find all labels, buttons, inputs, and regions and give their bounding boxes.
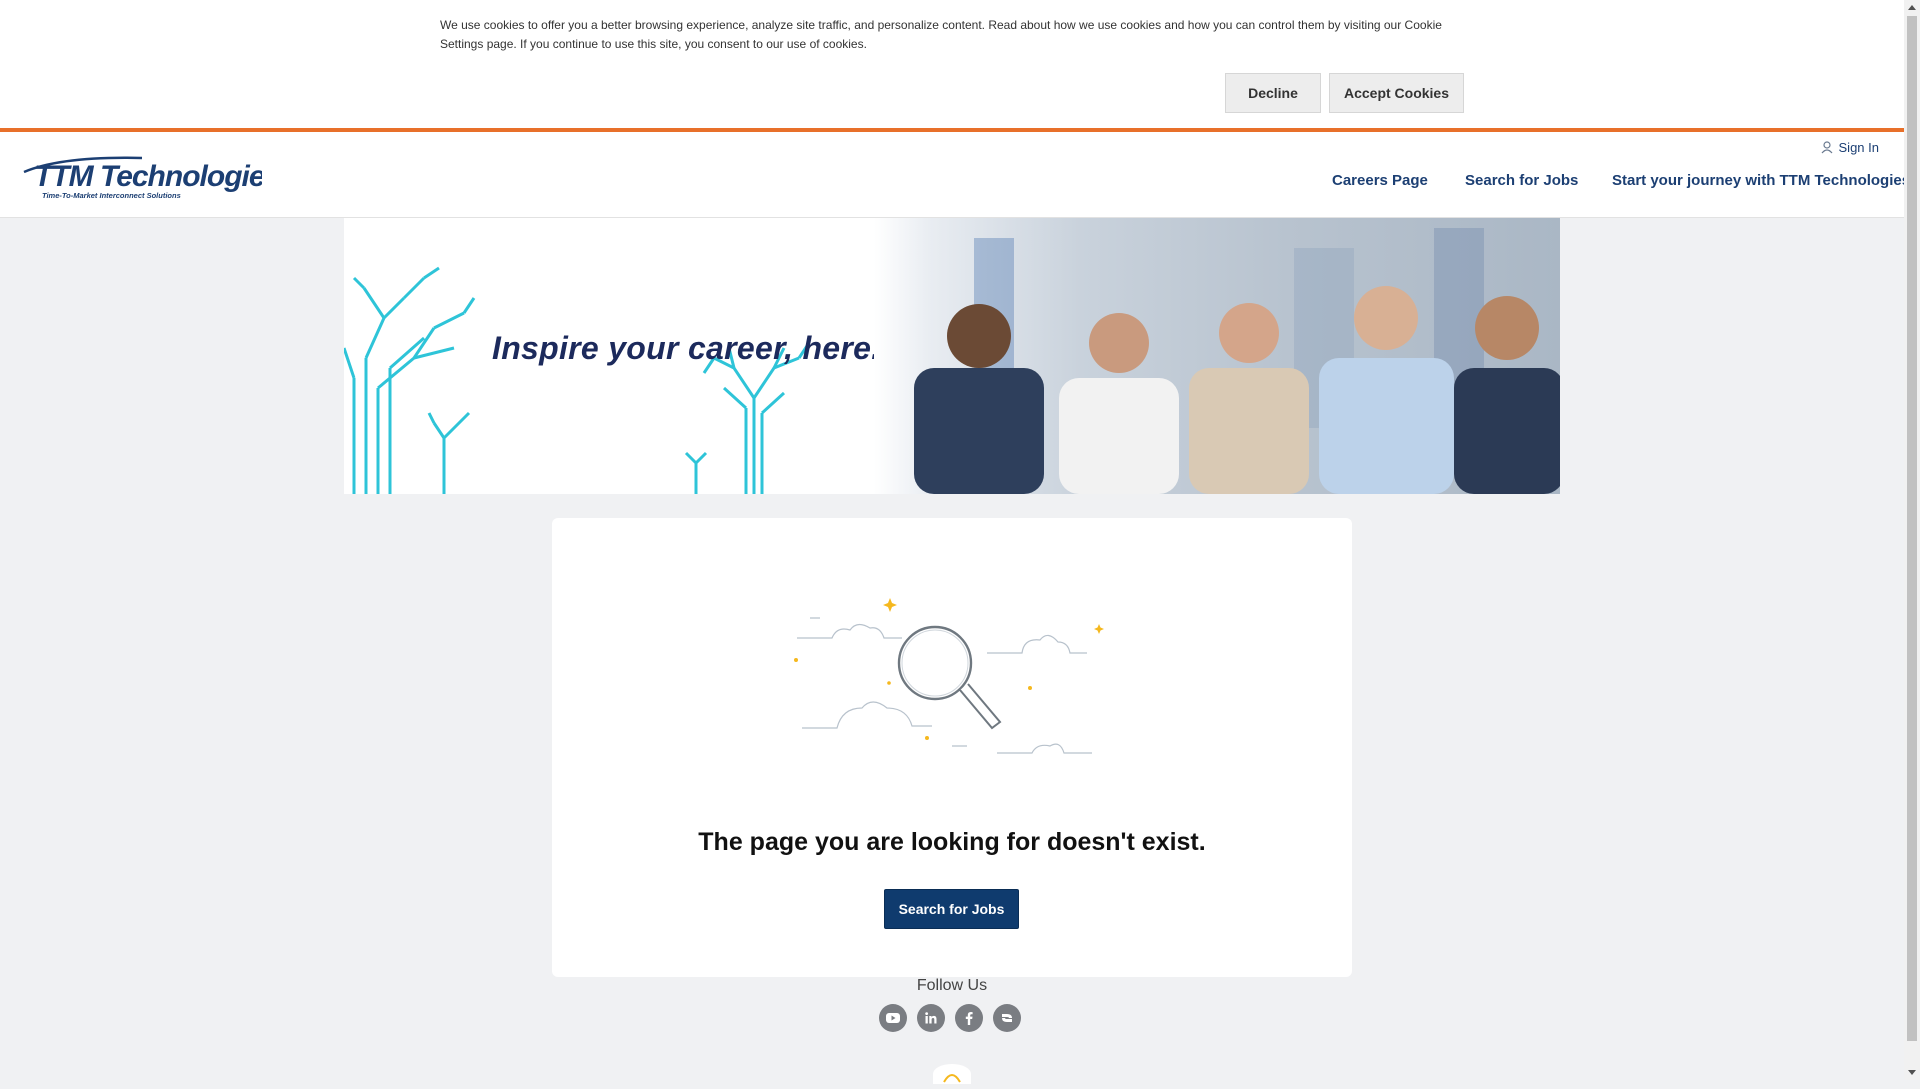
cookie-banner-text: We use cookies to offer you a better bro… (440, 18, 1442, 51)
scroll-thumb[interactable] (1907, 16, 1917, 1041)
hero-banner: Inspire your career, here. (344, 218, 1560, 494)
nav-search-for-jobs[interactable]: Search for Jobs (1465, 172, 1578, 189)
linkedin-icon[interactable] (917, 1004, 945, 1032)
svg-text:TTM Technologies: TTM Technologies (34, 160, 262, 193)
search-for-jobs-button[interactable]: Search for Jobs (884, 889, 1019, 929)
cookie-banner: We use cookies to offer you a better bro… (0, 0, 1904, 132)
sign-in-link[interactable]: Sign In (1821, 140, 1879, 155)
user-icon (1821, 141, 1832, 154)
facebook-icon[interactable] (955, 1004, 983, 1032)
magnifier-search-icon (794, 598, 1104, 754)
sign-in-label: Sign In (1838, 140, 1879, 155)
ttm-logo[interactable]: TTM Technologies Time-To-Market Intercon… (22, 152, 262, 200)
nav-careers-page[interactable]: Careers Page (1332, 172, 1428, 189)
team-photo-illustration (914, 228, 1560, 494)
scroll-down-icon[interactable] (1908, 1070, 1916, 1075)
not-found-message: The page you are looking for doesn't exi… (698, 828, 1206, 856)
site-header: TTM Technologies Time-To-Market Intercon… (0, 132, 1915, 218)
footer-emblem (933, 1064, 971, 1084)
nav-start-your-journey[interactable]: Start your journey with TTM Technologies… (1612, 172, 1915, 189)
not-found-card: The page you are looking for doesn't exi… (552, 518, 1352, 977)
glassdoor-icon[interactable] (993, 1004, 1021, 1032)
youtube-icon[interactable] (879, 1004, 907, 1032)
svg-text:Time-To-Market Interconnect So: Time-To-Market Interconnect Solutions (42, 191, 181, 200)
accept-cookies-button[interactable]: Accept Cookies (1329, 73, 1464, 113)
page-scrollbar[interactable] (1904, 0, 1920, 1080)
scroll-up-icon[interactable] (1908, 5, 1916, 10)
follow-us-label: Follow Us (916, 977, 988, 994)
social-links (879, 1004, 1021, 1032)
banner-graphic: Inspire your career, here. (344, 218, 884, 494)
team-photo (874, 218, 1560, 494)
decline-cookies-button[interactable]: Decline (1225, 73, 1321, 113)
banner-tagline: Inspire your career, here. (492, 330, 881, 366)
